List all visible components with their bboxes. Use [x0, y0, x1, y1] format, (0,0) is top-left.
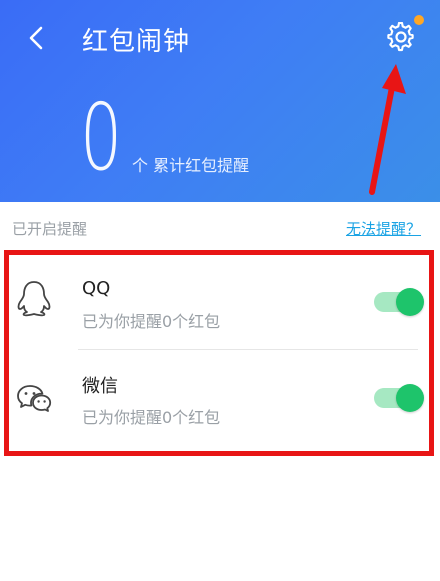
- chevron-left-icon[interactable]: [22, 22, 50, 54]
- cannot-remind-link[interactable]: 无法提醒？: [346, 218, 421, 239]
- reminder-count-label: 个 累计红包提醒: [132, 156, 250, 175]
- annotation-highlight-box: [4, 250, 434, 456]
- notification-dot: [414, 15, 424, 25]
- reminder-count: 0: [80, 84, 123, 191]
- gear-icon[interactable]: [386, 22, 416, 52]
- annotation-arrow: [369, 64, 406, 195]
- section-title: 已开启提醒: [12, 220, 88, 238]
- page-title: 红包闹钟: [82, 27, 191, 57]
